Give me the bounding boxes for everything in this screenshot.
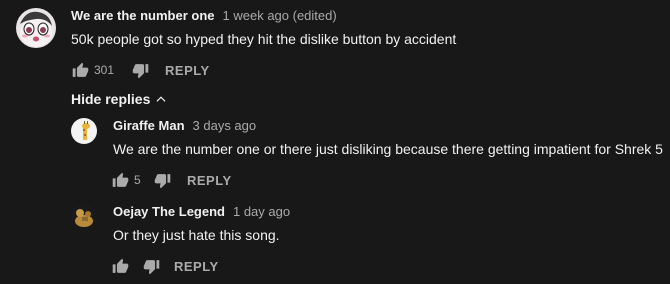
reply-text: Or they just hate this song.: [113, 227, 280, 243]
thumbs-down-icon: [132, 63, 148, 78]
reply-author[interactable]: Oejay The Legend: [113, 204, 225, 219]
reply-time[interactable]: 1 day ago: [233, 204, 290, 219]
avatar[interactable]: [71, 204, 97, 230]
reply-body: Giraffe Man 3 days ago We are the number…: [113, 118, 663, 157]
comment-body: We are the number one 1 week ago (edited…: [71, 8, 456, 48]
thumbs-up-icon: [112, 172, 128, 187]
like-button[interactable]: [70, 60, 90, 80]
avatar[interactable]: [71, 118, 97, 144]
comment: We are the number one 1 week ago (edited…: [16, 8, 456, 48]
reply: Giraffe Man 3 days ago We are the number…: [71, 118, 663, 157]
thumbs-up-icon: [112, 258, 128, 273]
reply: Oejay The Legend 1 day ago Or they just …: [71, 204, 290, 243]
comment-author[interactable]: We are the number one: [71, 8, 215, 23]
dislike-button[interactable]: [152, 170, 172, 190]
like-count: 5: [134, 173, 141, 187]
reply-author[interactable]: Giraffe Man: [113, 118, 185, 133]
dislike-button[interactable]: [130, 60, 150, 80]
comment-header: We are the number one 1 week ago (edited…: [71, 8, 456, 26]
reply-body: Oejay The Legend 1 day ago Or they just …: [113, 204, 290, 243]
comment-text: 50k people got so hyped they hit the dis…: [71, 31, 457, 47]
reply-button[interactable]: REPLY: [174, 259, 219, 274]
reply-button[interactable]: REPLY: [165, 63, 210, 78]
hide-replies-button[interactable]: Hide replies: [71, 91, 168, 107]
comment-time[interactable]: 1 week ago (edited): [223, 8, 337, 23]
hide-replies-label: Hide replies: [71, 91, 151, 107]
comments-section: We are the number one 1 week ago (edited…: [0, 0, 670, 284]
reply-header: Oejay The Legend 1 day ago: [113, 204, 290, 222]
thumbs-up-icon: [72, 62, 88, 77]
like-button[interactable]: [110, 170, 130, 190]
thumbs-down-icon: [143, 259, 159, 274]
thumbs-down-icon: [154, 173, 170, 188]
reply-actions: REPLY: [110, 256, 219, 276]
avatar[interactable]: [16, 8, 56, 48]
reply-button[interactable]: REPLY: [187, 173, 232, 188]
reply-time[interactable]: 3 days ago: [193, 118, 257, 133]
comment-actions: 301 REPLY: [70, 60, 210, 80]
reply-actions: 5 REPLY: [110, 170, 232, 190]
dislike-button[interactable]: [141, 256, 161, 276]
reply-text: We are the number one or there just disl…: [113, 141, 663, 157]
like-count: 301: [94, 63, 115, 77]
reply-header: Giraffe Man 3 days ago: [113, 118, 663, 136]
chevron-up-icon: [156, 96, 166, 102]
like-button[interactable]: [110, 256, 130, 276]
